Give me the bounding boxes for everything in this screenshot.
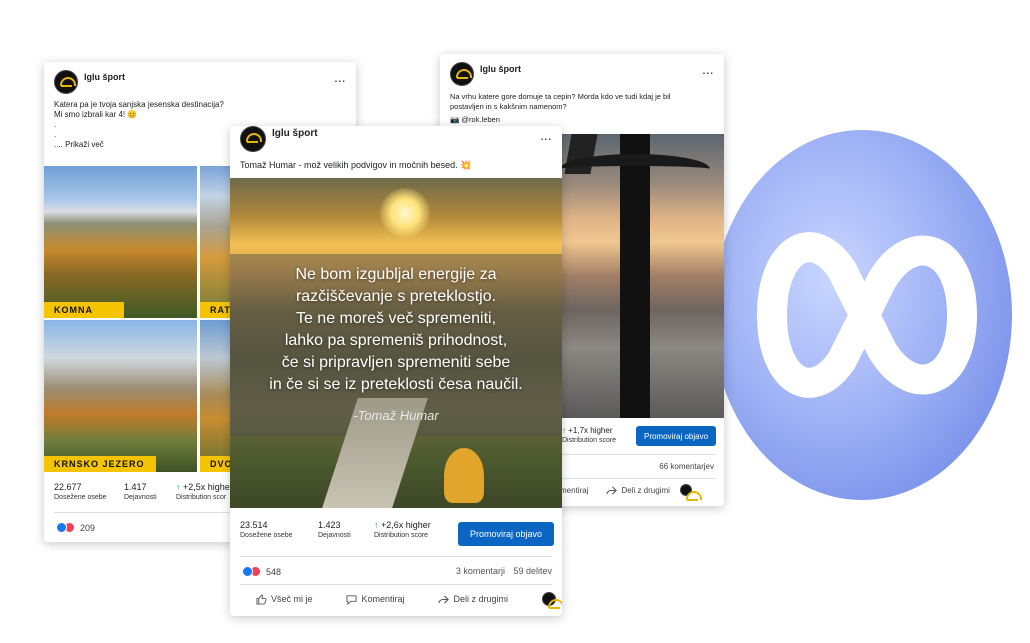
page-name[interactable]: Iglu šport: [480, 64, 521, 74]
quote-line: Te ne moreš več spremeniti,: [295, 310, 497, 327]
distribution-label: Distribution scor: [176, 494, 227, 501]
like-reaction-icon: [56, 522, 67, 533]
post-header: Iglu šport: [240, 126, 318, 152]
quote-text: Ne bom izgubljal energije za razčiščevan…: [250, 264, 542, 396]
reactions-summary[interactable]: 209: [56, 522, 95, 533]
more-dots-icon[interactable]: ...: [541, 132, 552, 143]
distribution-value: +1,7x higher: [568, 426, 613, 435]
arrow-up-icon: ↑: [562, 426, 566, 435]
engagement-summary: 3 komentarji 59 delitev: [456, 566, 552, 576]
share-button[interactable]: Deli z drugimi: [606, 485, 670, 496]
post-card-center: Iglu šport ... Tomaž Humar - mož velikih…: [230, 126, 562, 616]
arrow-up-icon: ↑: [374, 520, 379, 530]
quote-author: -Tomaž Humar: [353, 408, 439, 423]
sun: [380, 188, 430, 238]
distribution-label: Distribution score: [562, 437, 617, 444]
share-label: Deli z drugimi: [453, 594, 508, 604]
reach-value: 23.514: [240, 520, 268, 530]
yellow-tree: [444, 448, 484, 503]
post-caption: Tomaž Humar - mož velikih podvigov in mo…: [240, 160, 472, 170]
comment-icon: [346, 594, 358, 605]
reactions-summary[interactable]: 548: [242, 566, 281, 577]
meta-infinity-icon: [757, 232, 977, 398]
page-avatar-small[interactable]: [541, 592, 562, 609]
engagement-label: Dejavnosti: [318, 532, 351, 539]
shares-count[interactable]: 59 delitev: [513, 566, 552, 576]
quote-line: lahko pa spremeniš prihodnost,: [284, 332, 508, 349]
page-avatar-small[interactable]: [679, 484, 702, 501]
comments-count[interactable]: 66 komentarjev: [659, 462, 714, 471]
divider: [240, 556, 552, 557]
like-label: Všeč mi je: [271, 594, 313, 604]
photo-komna[interactable]: KOMNA: [44, 166, 197, 318]
post-header: Iglu šport: [54, 70, 346, 94]
caption-line: Na vrhu katere gore domuje ta cepin? Mor…: [450, 92, 671, 101]
quote-line: če si pripravljen spremeniti sebe: [281, 354, 511, 371]
thumbs-up-icon: [256, 593, 267, 605]
avatar[interactable]: [240, 126, 266, 152]
promote-post-button[interactable]: Promoviraj objavo: [458, 522, 554, 546]
engagement-stat: 1.417 Dejavnosti: [124, 482, 176, 501]
share-icon: [606, 485, 618, 495]
reach-value: 22.677: [54, 482, 82, 492]
page-name[interactable]: Iglu šport: [84, 72, 125, 82]
share-label: Deli z drugimi: [621, 485, 670, 495]
caption-line: postavljen in s kakšnim namenom?: [450, 102, 567, 111]
photo-credit: 📷 @rok.leben: [450, 115, 500, 124]
reach-stat: 22.677 Dosežene osebe: [54, 482, 124, 501]
arrow-up-icon: ↑: [176, 482, 181, 492]
comment-label: Komentiraj: [361, 594, 405, 604]
quote-image[interactable]: Ne bom izgubljal energije za razčiščevan…: [230, 178, 562, 508]
post-actions: mentiraj Deli z drugimi: [560, 484, 702, 501]
quote-line: in če si se iz preteklosti česa naučil.: [269, 376, 523, 393]
cross-arch: [560, 154, 710, 184]
reactions-count: 548: [266, 566, 282, 577]
comment-button[interactable]: Komentiraj: [346, 594, 405, 605]
distribution-stat: ↑ +1,7x higher Distribution score: [562, 426, 616, 444]
engagement-value: 1.417: [124, 482, 147, 492]
reach-stat: 23.514 Dosežene osebe: [240, 520, 318, 539]
caption-line: Katera pa je tvoja sanjska jesenska dest…: [54, 100, 224, 109]
distribution-label: Distribution score: [374, 532, 429, 539]
distribution-stat: ↑ +2,6x higher Distribution score: [374, 520, 458, 539]
quote-line: Ne bom izgubljal energije za: [295, 266, 497, 283]
meta-logo-circle: [712, 130, 1012, 500]
distribution-value: +2,5x higher: [183, 482, 233, 492]
like-button[interactable]: Všeč mi je: [256, 593, 313, 605]
post-caption: Na vrhu katere gore domuje ta cepin? Mor…: [450, 92, 720, 125]
engagement-stat: 1.423 Dejavnosti: [318, 520, 374, 539]
engagement-label: Dejavnosti: [124, 494, 157, 501]
comment-button[interactable]: mentiraj: [560, 486, 588, 495]
comments-count[interactable]: 3 komentarji: [456, 566, 505, 576]
photo-krnsko-jezero[interactable]: KRNSKO JEZERO: [44, 320, 197, 472]
distribution-value: +2,6x higher: [381, 520, 431, 530]
like-reaction-icon: [242, 566, 253, 577]
promote-post-button[interactable]: Promoviraj objavo: [636, 426, 716, 446]
share-icon: [438, 594, 450, 604]
avatar[interactable]: [54, 70, 78, 94]
reach-label: Dosežene osebe: [240, 532, 293, 539]
page-name[interactable]: Iglu šport: [272, 128, 318, 139]
caption-line: Mi smo izbrali kar 4! 😊: [54, 110, 138, 119]
reactions-count: 209: [80, 522, 96, 533]
post-actions: Všeč mi je Komentiraj Deli z drugimi: [256, 592, 562, 609]
divider: [240, 584, 552, 585]
engagement-value: 1.423: [318, 520, 341, 530]
more-dots-icon[interactable]: ...: [703, 66, 714, 77]
tag-label: KRNSKO JEZERO: [44, 456, 156, 472]
reach-label: Dosežene osebe: [54, 494, 107, 501]
share-button[interactable]: Deli z drugimi: [438, 594, 508, 605]
avatar[interactable]: [450, 62, 474, 86]
distribution-stat: ↑ +2,5x higher Distribution scor: [176, 482, 233, 501]
comment-label: mentiraj: [560, 485, 589, 495]
quote-line: razčiščevanje s preteklostjo.: [295, 288, 497, 305]
more-dots-icon[interactable]: ...: [335, 74, 346, 85]
post-header: Iglu šport: [450, 62, 521, 86]
tag-label: KOMNA: [44, 302, 124, 318]
